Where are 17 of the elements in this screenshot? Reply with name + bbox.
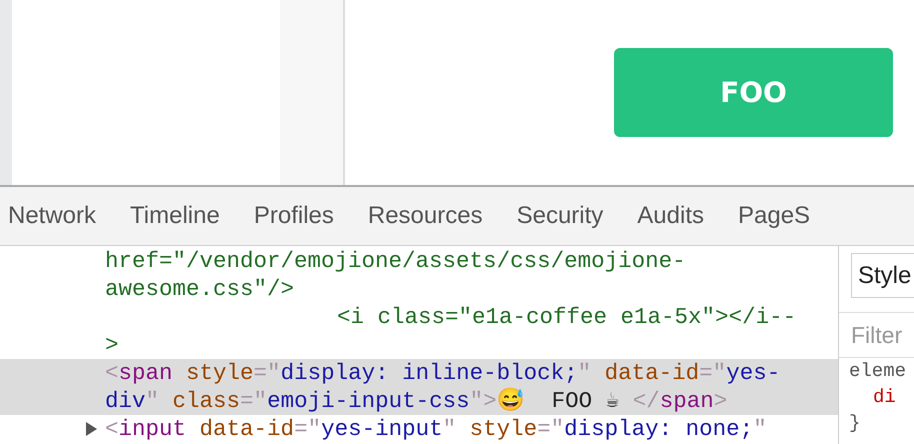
devtools-tab[interactable]: Timeline bbox=[130, 202, 220, 230]
devtools-tab[interactable]: Network bbox=[8, 202, 96, 230]
rule-selector: eleme bbox=[848, 359, 908, 384]
expand-arrow-icon[interactable] bbox=[84, 422, 98, 436]
rule-property: di bbox=[872, 385, 897, 410]
code-line[interactable]: href="/vendor/emojione/assets/css/emojione- bbox=[0, 247, 838, 275]
devtools-tab[interactable]: Resources bbox=[368, 202, 483, 230]
code-line[interactable]: <i class="e1a-coffee e1a-5x"></i-- bbox=[0, 303, 838, 331]
code-line[interactable]: awesome.css"/> bbox=[0, 275, 838, 303]
devtools-tab[interactable]: Audits bbox=[637, 202, 704, 230]
code-line[interactable]: > bbox=[0, 331, 838, 359]
devtools-tab[interactable]: Profiles bbox=[254, 202, 334, 230]
styles-tab[interactable]: Style bbox=[851, 253, 914, 298]
devtools-tab[interactable]: Security bbox=[516, 202, 604, 230]
rule-brace: } bbox=[848, 411, 862, 436]
code-line[interactable]: <input data-id="yes-input" style="display: none;" bbox=[0, 415, 838, 443]
devtools-tab[interactable]: PageS bbox=[738, 202, 810, 230]
